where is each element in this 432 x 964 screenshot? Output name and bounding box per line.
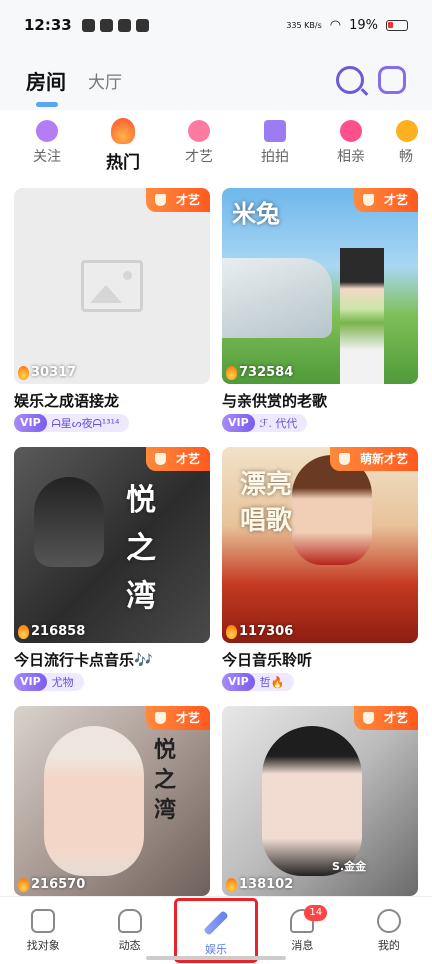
category-hot[interactable]: 热门 xyxy=(92,110,154,182)
tiktok-icon xyxy=(135,18,149,32)
person-figure xyxy=(262,726,362,876)
owner-name: 尤物 xyxy=(51,676,74,689)
room-card[interactable]: S.金金 才艺 138102 xyxy=(222,706,418,896)
talent-icon xyxy=(188,120,210,142)
heat-count: 117306 xyxy=(226,624,293,639)
status-time: 12:33 xyxy=(24,16,72,34)
gavel-icon xyxy=(264,120,286,142)
owner-name: ℱ. 代代 xyxy=(259,417,298,430)
fire-icon xyxy=(111,118,135,144)
hearts-icon xyxy=(340,120,362,142)
room-title: 娱乐之成语接龙 xyxy=(14,392,120,410)
room-badge: 才艺 xyxy=(353,188,418,212)
car-shape xyxy=(222,258,332,338)
room-badge: 才艺 xyxy=(145,188,210,212)
flame-icon xyxy=(226,877,237,892)
owner-name: 哲🔥 xyxy=(259,676,285,689)
vip-badge: VIP xyxy=(222,414,255,432)
app-notification-icon xyxy=(99,18,113,32)
app-notification-icon xyxy=(81,18,95,32)
room-title: 今日流行卡点音乐🎶 xyxy=(14,651,153,669)
heat-count: 138102 xyxy=(226,877,293,892)
cover-text: 悦之湾 xyxy=(126,483,156,614)
heat-count: 30317 xyxy=(18,365,76,380)
tab-rooms[interactable]: 房间 xyxy=(26,66,66,107)
room-card[interactable]: 才艺 30317 娱乐之成语接龙 VIP ᗩ星ᔕ夜ᗩ¹³¹⁴ xyxy=(14,188,210,432)
heat-count: 732584 xyxy=(226,365,293,380)
cover-text: 漂亮唱歌 xyxy=(240,470,293,536)
flame-icon xyxy=(18,624,29,639)
jar-icon xyxy=(31,909,56,933)
category-talent[interactable]: 才艺 xyxy=(168,110,230,182)
cover-text: S.金金 xyxy=(332,860,367,873)
heat-count: 216858 xyxy=(18,624,85,639)
room-card[interactable]: 米兔 才艺 732584 与亲供赏的老歌 VIP ℱ. 代代 xyxy=(222,188,418,432)
category-auction[interactable]: 拍拍 xyxy=(244,110,306,182)
person-figure xyxy=(340,248,384,384)
vip-badge: VIP xyxy=(14,414,47,432)
room-title: 与亲供赏的老歌 xyxy=(222,392,328,410)
top-tabs: 房间 大厅 xyxy=(0,50,432,110)
tab-hall[interactable]: 大厅 xyxy=(88,68,122,93)
net-speed: 335 KB/s xyxy=(286,20,322,30)
cover-text: 米兔 xyxy=(232,200,280,228)
room-card[interactable]: 漂亮唱歌 萌新才艺 117306 今日音乐聆听 VIP 哲🔥 xyxy=(222,447,418,691)
status-bar: 12:33 335 KB/s ◠ 19% xyxy=(0,0,432,50)
nav-find-partner[interactable]: 找对象 xyxy=(0,897,86,964)
flame-icon xyxy=(226,365,237,380)
flame-icon xyxy=(18,365,29,380)
nav-me[interactable]: 我的 xyxy=(346,897,432,964)
category-follow[interactable]: 关注 xyxy=(16,110,78,182)
home-indicator xyxy=(146,956,286,960)
image-placeholder-icon xyxy=(81,260,143,312)
room-owner: VIP ᗩ星ᔕ夜ᗩ¹³¹⁴ xyxy=(14,414,130,432)
category-dating[interactable]: 相亲 xyxy=(320,110,382,182)
vip-badge: VIP xyxy=(222,673,255,691)
room-owner: VIP ℱ. 代代 xyxy=(222,414,308,432)
category-icon xyxy=(396,120,418,142)
room-cover[interactable]: 漂亮唱歌 萌新才艺 117306 xyxy=(222,447,418,643)
owner-name: ᗩ星ᔕ夜ᗩ¹³¹⁴ xyxy=(51,417,120,430)
magic-wand-icon xyxy=(203,910,229,936)
chat-bubble-icon[interactable] xyxy=(378,66,406,94)
unread-badge: 14 xyxy=(304,905,328,921)
person-icon xyxy=(376,909,401,933)
room-cover[interactable]: 悦之湾 才艺 216570 xyxy=(14,706,210,896)
room-card[interactable]: 悦之湾 才艺 216570 xyxy=(14,706,210,896)
wifi-icon: ◠ xyxy=(329,17,342,33)
heat-count: 216570 xyxy=(18,877,85,892)
room-owner: VIP 尤物 xyxy=(14,673,84,691)
room-cover[interactable]: S.金金 才艺 138102 xyxy=(222,706,418,896)
room-cover[interactable]: 悦之湾 才艺 216858 xyxy=(14,447,210,643)
battery-icon xyxy=(386,19,408,31)
room-title: 今日音乐聆听 xyxy=(222,651,313,669)
vip-badge: VIP xyxy=(14,673,47,691)
heart-icon xyxy=(36,120,58,142)
nav-entertainment[interactable]: 娱乐 xyxy=(173,897,259,964)
battery-percent: 19% xyxy=(349,17,378,33)
search-icon[interactable] xyxy=(336,66,364,94)
cover-text: 悦之湾 xyxy=(154,738,177,823)
flame-icon xyxy=(18,877,29,892)
room-badge: 才艺 xyxy=(145,447,210,471)
category-more[interactable]: 畅 xyxy=(396,110,418,182)
nav-moments[interactable]: 动态 xyxy=(86,897,172,964)
person-figure xyxy=(44,726,144,876)
room-cover[interactable]: 米兔 才艺 732584 xyxy=(222,188,418,384)
flame-icon xyxy=(226,624,237,639)
room-badge: 才艺 xyxy=(353,706,418,730)
person-figure xyxy=(292,455,372,565)
room-badge: 才艺 xyxy=(145,706,210,730)
room-card[interactable]: 悦之湾 才艺 216858 今日流行卡点音乐🎶 VIP 尤物 xyxy=(14,447,210,691)
room-badge: 萌新才艺 xyxy=(329,447,418,471)
category-bar: 关注 热门 才艺 拍拍 相亲 畅 xyxy=(0,110,432,182)
app-notification-icon xyxy=(117,18,131,32)
person-figure xyxy=(34,477,104,567)
room-cover[interactable]: 才艺 30317 xyxy=(14,188,210,384)
room-owner: VIP 哲🔥 xyxy=(222,673,295,691)
nav-messages[interactable]: 14 消息 xyxy=(259,897,345,964)
bottom-nav: 找对象 动态 娱乐 14 消息 我的 xyxy=(0,896,432,964)
star-icon xyxy=(117,909,142,933)
